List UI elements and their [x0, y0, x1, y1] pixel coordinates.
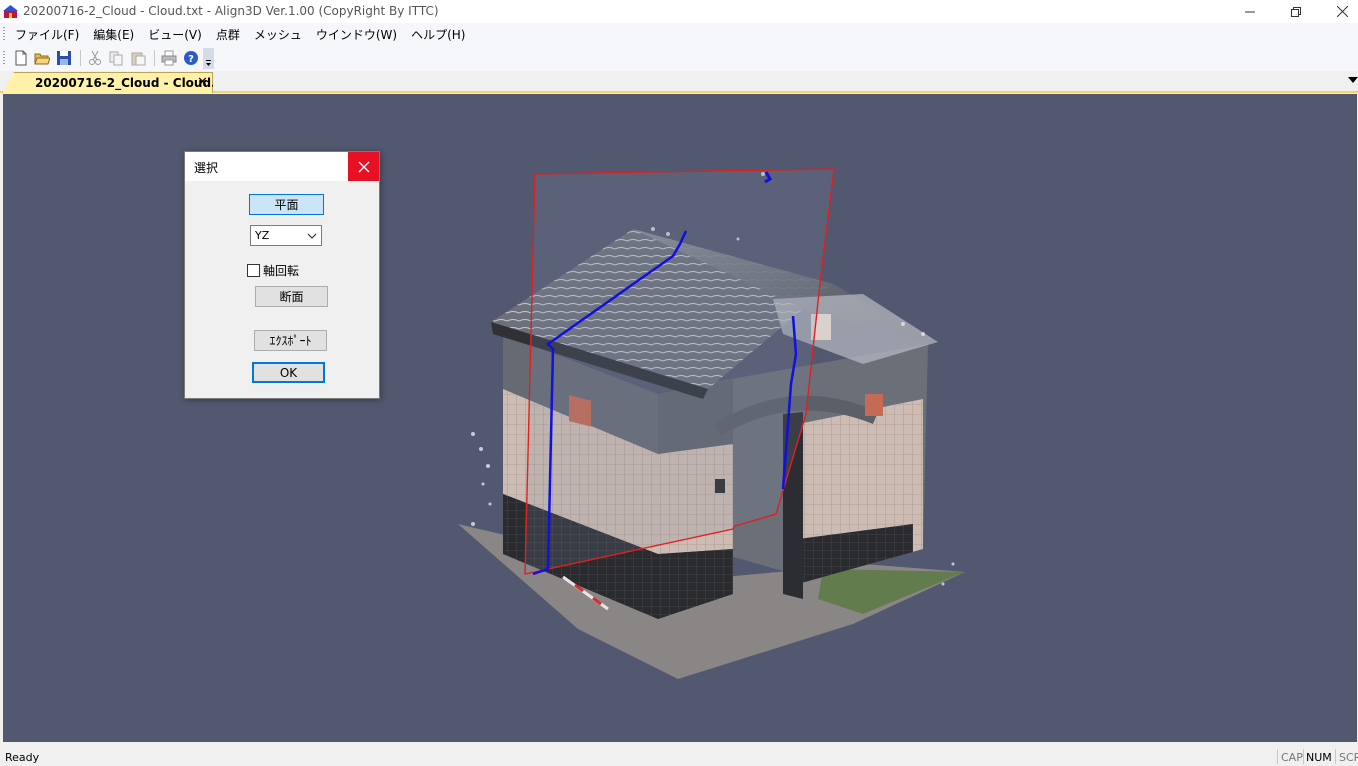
axis-select[interactable]: YZ — [250, 225, 322, 246]
toolbar-overflow-button[interactable] — [203, 48, 214, 69]
minimize-icon — [1245, 11, 1255, 12]
menu-window[interactable]: ウインドウ(W) — [309, 25, 404, 44]
toolbar-separator — [80, 50, 81, 66]
menu-bar: ファイル(F) 編集(E) ビュー(V) 点群 メッシュ ウインドウ(W) ヘル… — [0, 23, 1358, 44]
dialog-close-button[interactable] — [348, 152, 379, 181]
axis-rotate-checkbox[interactable] — [247, 264, 260, 277]
window-title: 20200716-2_Cloud - Cloud.txt - Align3D V… — [23, 4, 439, 18]
plane-button[interactable]: 平面 — [249, 194, 324, 215]
dialog-titlebar[interactable]: 選択 — [185, 152, 379, 181]
axis-rotate-label[interactable]: 軸回転 — [263, 262, 299, 279]
close-icon — [1336, 6, 1348, 17]
tab-list-dropdown-icon[interactable] — [1348, 77, 1358, 83]
scroll-lock-indicator: SCR — [1339, 751, 1358, 764]
selection-dialog: 選択 平面 YZ 軸回転 断面 ｴｸｽﾎﾟｰﾄ OK — [184, 151, 380, 399]
print-icon[interactable] — [161, 50, 177, 66]
help-icon[interactable]: ? — [183, 50, 199, 66]
window-titlebar[interactable]: 20200716-2_Cloud - Cloud.txt - Align3D V… — [0, 0, 1358, 23]
menu-mesh[interactable]: メッシュ — [247, 25, 309, 44]
paste-icon[interactable] — [130, 50, 146, 66]
status-separator — [1277, 749, 1278, 764]
new-file-icon[interactable] — [13, 50, 29, 66]
menu-edit[interactable]: 編集(E) — [86, 25, 141, 44]
axis-select-value: YZ — [255, 229, 270, 242]
copy-icon[interactable] — [108, 50, 124, 66]
close-window-button[interactable] — [1319, 0, 1358, 23]
menu-view[interactable]: ビュー(V) — [141, 25, 209, 44]
status-separator — [1335, 749, 1336, 764]
save-icon[interactable] — [56, 50, 72, 66]
cut-icon[interactable] — [87, 50, 103, 66]
export-button[interactable]: ｴｸｽﾎﾟｰﾄ — [254, 330, 327, 351]
restore-button[interactable] — [1273, 0, 1319, 23]
app-icon — [3, 5, 18, 18]
chevron-down-icon — [206, 60, 211, 66]
status-text: Ready — [5, 751, 40, 764]
chevron-down-icon — [307, 233, 317, 239]
toolbar-grip[interactable] — [3, 51, 5, 65]
close-icon — [358, 161, 369, 172]
num-lock-indicator: NUM — [1306, 751, 1332, 764]
minimize-button[interactable] — [1227, 0, 1273, 23]
status-bar: Ready CAP NUM SCR — [0, 745, 1358, 766]
restore-icon — [1291, 6, 1301, 17]
open-folder-icon[interactable] — [34, 50, 50, 66]
dialog-title: 選択 — [194, 161, 219, 175]
menu-help[interactable]: ヘルプ(H) — [404, 25, 472, 44]
toolbar: ? — [0, 44, 1358, 71]
tab-close-icon[interactable]: ✕ — [197, 76, 208, 90]
caps-lock-indicator: CAP — [1281, 751, 1303, 764]
menu-file[interactable]: ファイル(F) — [8, 25, 86, 44]
section-button[interactable]: 断面 — [255, 286, 328, 307]
tab-document-cloud[interactable]: 20200716-2_Cloud - Cloud.txt ✕ — [2, 72, 213, 93]
status-separator — [1303, 749, 1304, 764]
toolbar-separator — [154, 50, 155, 66]
document-tab-bar: 20200716-2_Cloud - Cloud.txt ✕ — [0, 71, 1358, 93]
menu-grip[interactable] — [3, 27, 5, 40]
svg-text:?: ? — [188, 54, 194, 65]
menu-pointcloud[interactable]: 点群 — [209, 25, 247, 44]
ok-button[interactable]: OK — [252, 362, 325, 383]
